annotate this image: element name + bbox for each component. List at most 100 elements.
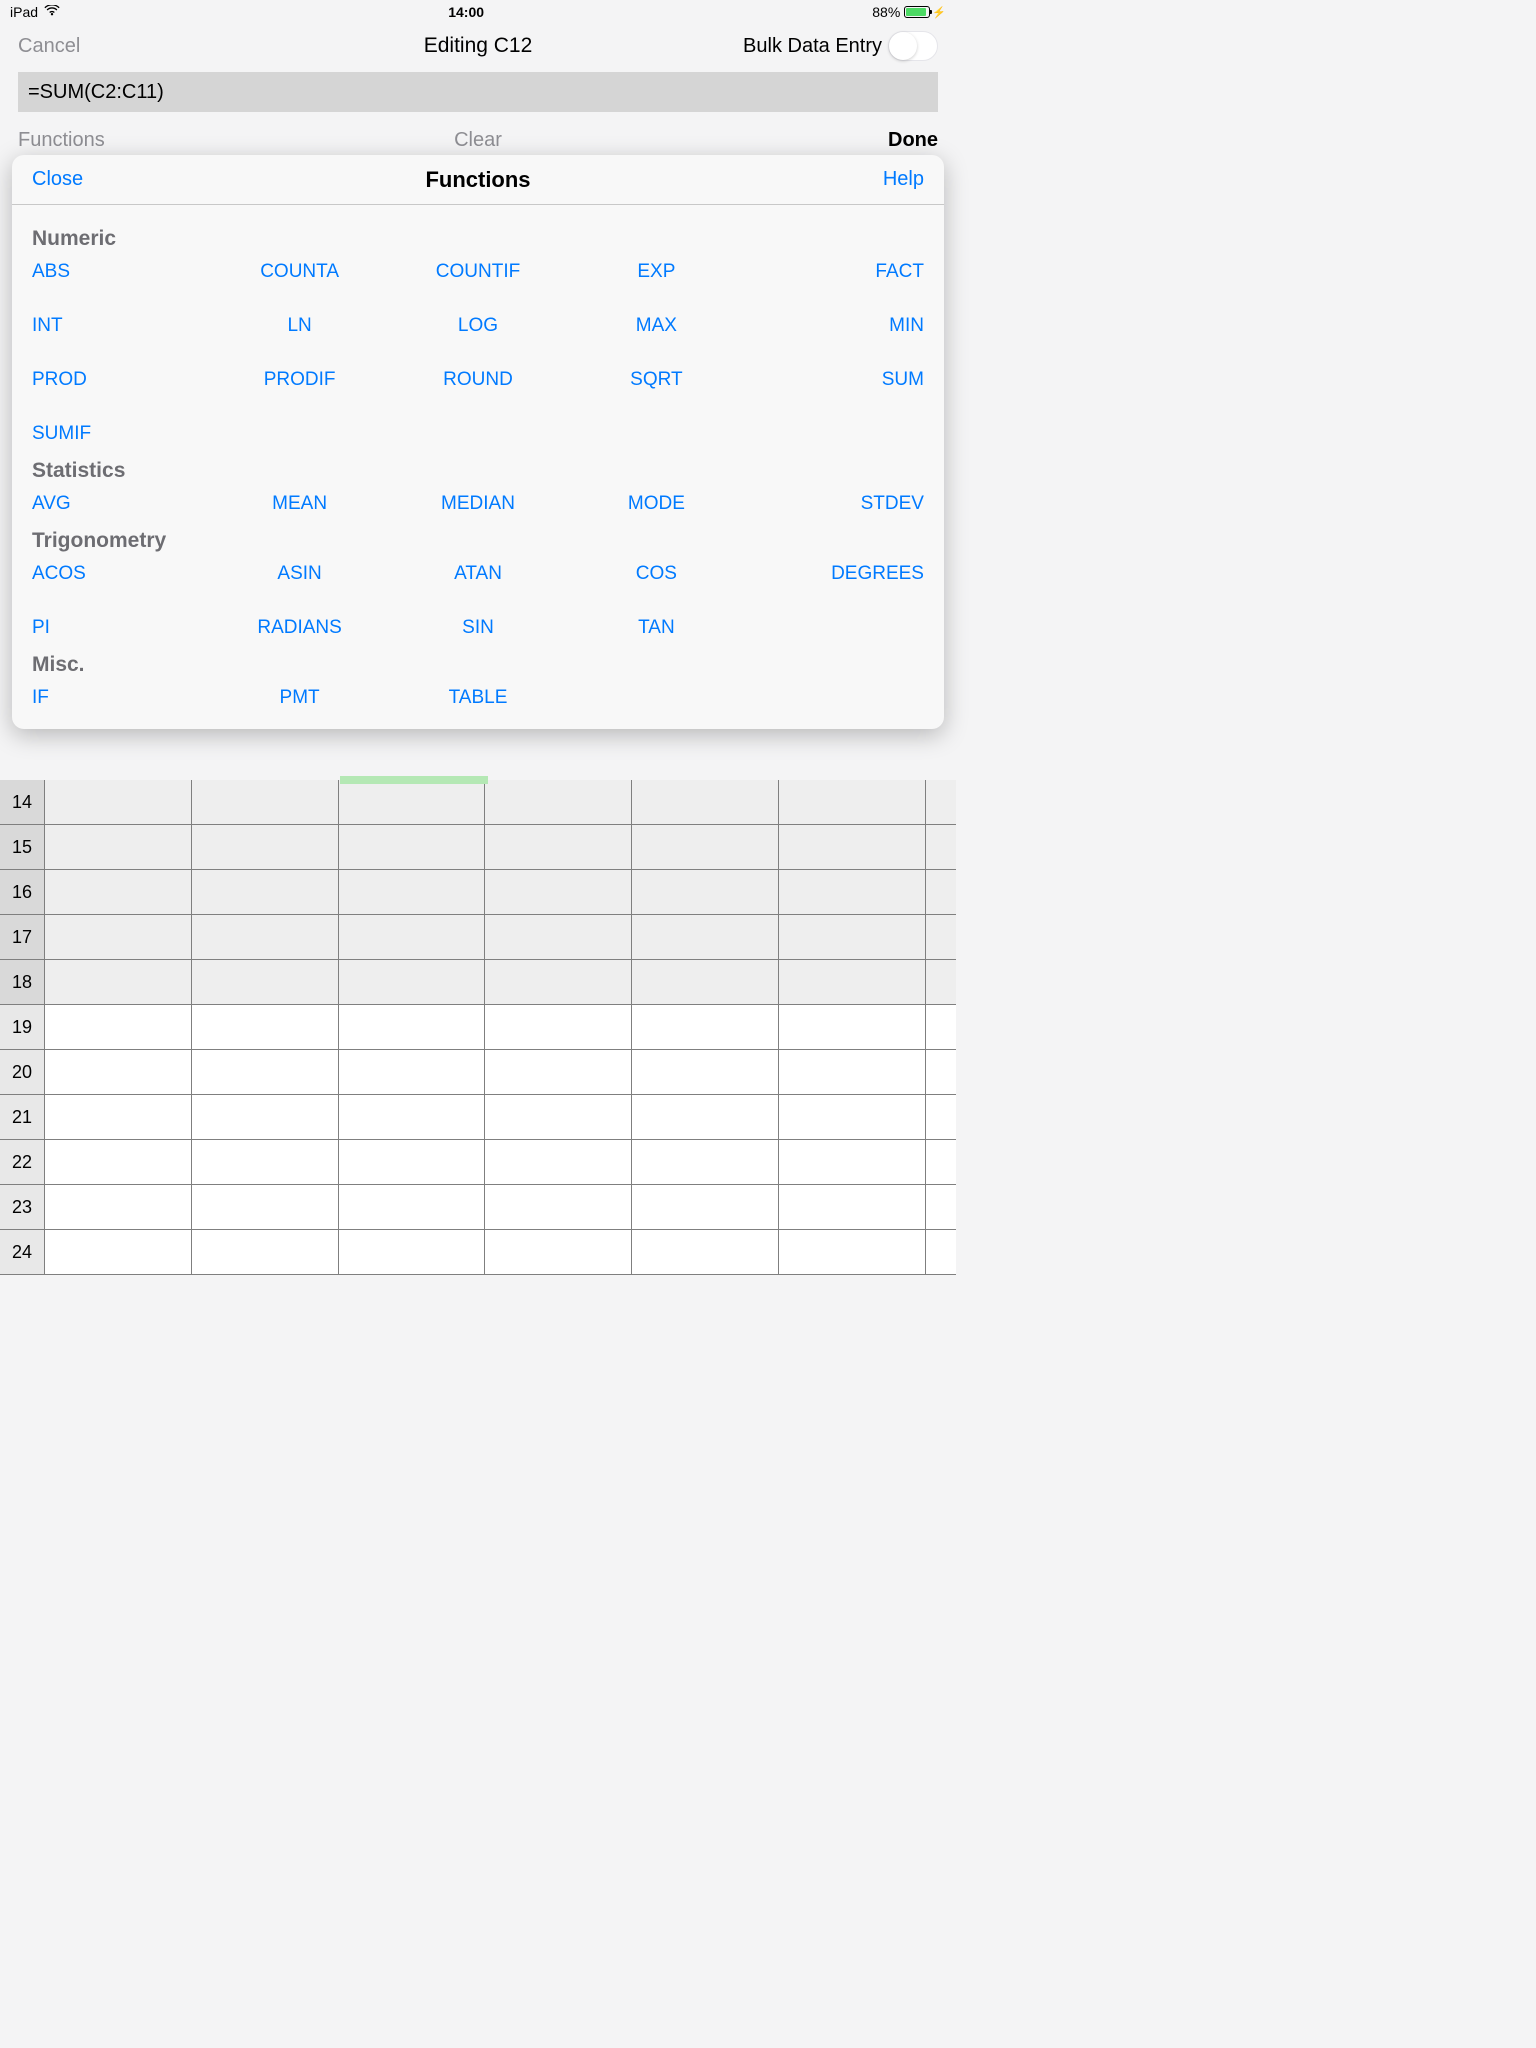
function-degrees[interactable]: DEGREES <box>746 563 924 585</box>
function-sin[interactable]: SIN <box>389 617 567 639</box>
function-pi[interactable]: PI <box>32 617 210 639</box>
function-tan[interactable]: TAN <box>567 617 745 639</box>
function-if[interactable]: IF <box>32 687 210 709</box>
function-exp[interactable]: EXP <box>567 261 745 283</box>
cell[interactable] <box>926 1185 956 1229</box>
cell[interactable] <box>45 780 192 824</box>
function-sqrt[interactable]: SQRT <box>567 369 745 391</box>
cell[interactable] <box>485 780 632 824</box>
cancel-button[interactable]: Cancel <box>18 35 80 58</box>
cell[interactable] <box>45 825 192 869</box>
function-ln[interactable]: LN <box>210 315 388 337</box>
cell[interactable] <box>779 870 926 914</box>
cell[interactable] <box>632 1230 779 1274</box>
function-cos[interactable]: COS <box>567 563 745 585</box>
function-acos[interactable]: ACOS <box>32 563 210 585</box>
cell[interactable] <box>339 1050 486 1094</box>
function-atan[interactable]: ATAN <box>389 563 567 585</box>
cell[interactable] <box>926 915 956 959</box>
cell[interactable] <box>779 960 926 1004</box>
row-header[interactable]: 20 <box>0 1050 45 1094</box>
function-avg[interactable]: AVG <box>32 493 210 515</box>
function-abs[interactable]: ABS <box>32 261 210 283</box>
cell[interactable] <box>779 1050 926 1094</box>
cell[interactable] <box>485 825 632 869</box>
cell[interactable] <box>926 1050 956 1094</box>
help-button[interactable]: Help <box>883 168 924 191</box>
cell[interactable] <box>779 825 926 869</box>
clear-button[interactable]: Clear <box>454 129 502 152</box>
cell[interactable] <box>339 1140 486 1184</box>
cell[interactable] <box>45 1005 192 1049</box>
cell[interactable] <box>485 960 632 1004</box>
function-prodif[interactable]: PRODIF <box>210 369 388 391</box>
cell[interactable] <box>632 1095 779 1139</box>
cell[interactable] <box>926 825 956 869</box>
row-header[interactable]: 23 <box>0 1185 45 1229</box>
function-prod[interactable]: PROD <box>32 369 210 391</box>
row-header[interactable]: 22 <box>0 1140 45 1184</box>
function-fact[interactable]: FACT <box>746 261 924 283</box>
function-countif[interactable]: COUNTIF <box>389 261 567 283</box>
spreadsheet[interactable]: 1415161718192021222324 <box>0 780 956 1274</box>
row-header[interactable]: 16 <box>0 870 45 914</box>
cell[interactable] <box>339 780 486 824</box>
function-sumif[interactable]: SUMIF <box>32 423 210 445</box>
cell[interactable] <box>339 1005 486 1049</box>
cell[interactable] <box>192 1140 339 1184</box>
function-counta[interactable]: COUNTA <box>210 261 388 283</box>
cell[interactable] <box>926 1140 956 1184</box>
cell[interactable] <box>632 1140 779 1184</box>
function-median[interactable]: MEDIAN <box>389 493 567 515</box>
cell[interactable] <box>632 960 779 1004</box>
cell[interactable] <box>485 1095 632 1139</box>
function-stdev[interactable]: STDEV <box>746 493 924 515</box>
cell[interactable] <box>192 780 339 824</box>
cell[interactable] <box>339 960 486 1004</box>
function-mode[interactable]: MODE <box>567 493 745 515</box>
cell[interactable] <box>632 780 779 824</box>
cell[interactable] <box>45 915 192 959</box>
function-radians[interactable]: RADIANS <box>210 617 388 639</box>
row-header[interactable]: 19 <box>0 1005 45 1049</box>
cell[interactable] <box>632 1005 779 1049</box>
cell[interactable] <box>192 870 339 914</box>
cell[interactable] <box>45 870 192 914</box>
cell[interactable] <box>632 870 779 914</box>
cell[interactable] <box>632 825 779 869</box>
function-log[interactable]: LOG <box>389 315 567 337</box>
cell[interactable] <box>926 1230 956 1274</box>
function-int[interactable]: INT <box>32 315 210 337</box>
cell[interactable] <box>339 1230 486 1274</box>
cell[interactable] <box>339 825 486 869</box>
cell[interactable] <box>632 915 779 959</box>
cell[interactable] <box>926 870 956 914</box>
cell[interactable] <box>192 825 339 869</box>
formula-input[interactable]: =SUM(C2:C11) <box>18 72 938 112</box>
cell[interactable] <box>339 1095 486 1139</box>
cell[interactable] <box>45 1185 192 1229</box>
function-sum[interactable]: SUM <box>746 369 924 391</box>
cell[interactable] <box>485 1230 632 1274</box>
row-header[interactable]: 15 <box>0 825 45 869</box>
cell[interactable] <box>192 915 339 959</box>
cell[interactable] <box>779 1140 926 1184</box>
cell[interactable] <box>192 960 339 1004</box>
row-header[interactable]: 14 <box>0 780 45 824</box>
done-button[interactable]: Done <box>888 129 938 152</box>
cell[interactable] <box>926 1095 956 1139</box>
row-header[interactable]: 24 <box>0 1230 45 1274</box>
cell[interactable] <box>926 960 956 1004</box>
cell[interactable] <box>926 1005 956 1049</box>
cell[interactable] <box>632 1185 779 1229</box>
cell[interactable] <box>192 1230 339 1274</box>
cell[interactable] <box>45 1095 192 1139</box>
row-header[interactable]: 18 <box>0 960 45 1004</box>
cell[interactable] <box>926 780 956 824</box>
cell[interactable] <box>485 870 632 914</box>
cell[interactable] <box>779 1005 926 1049</box>
cell[interactable] <box>779 1185 926 1229</box>
cell[interactable] <box>632 1050 779 1094</box>
cell[interactable] <box>45 1140 192 1184</box>
function-mean[interactable]: MEAN <box>210 493 388 515</box>
